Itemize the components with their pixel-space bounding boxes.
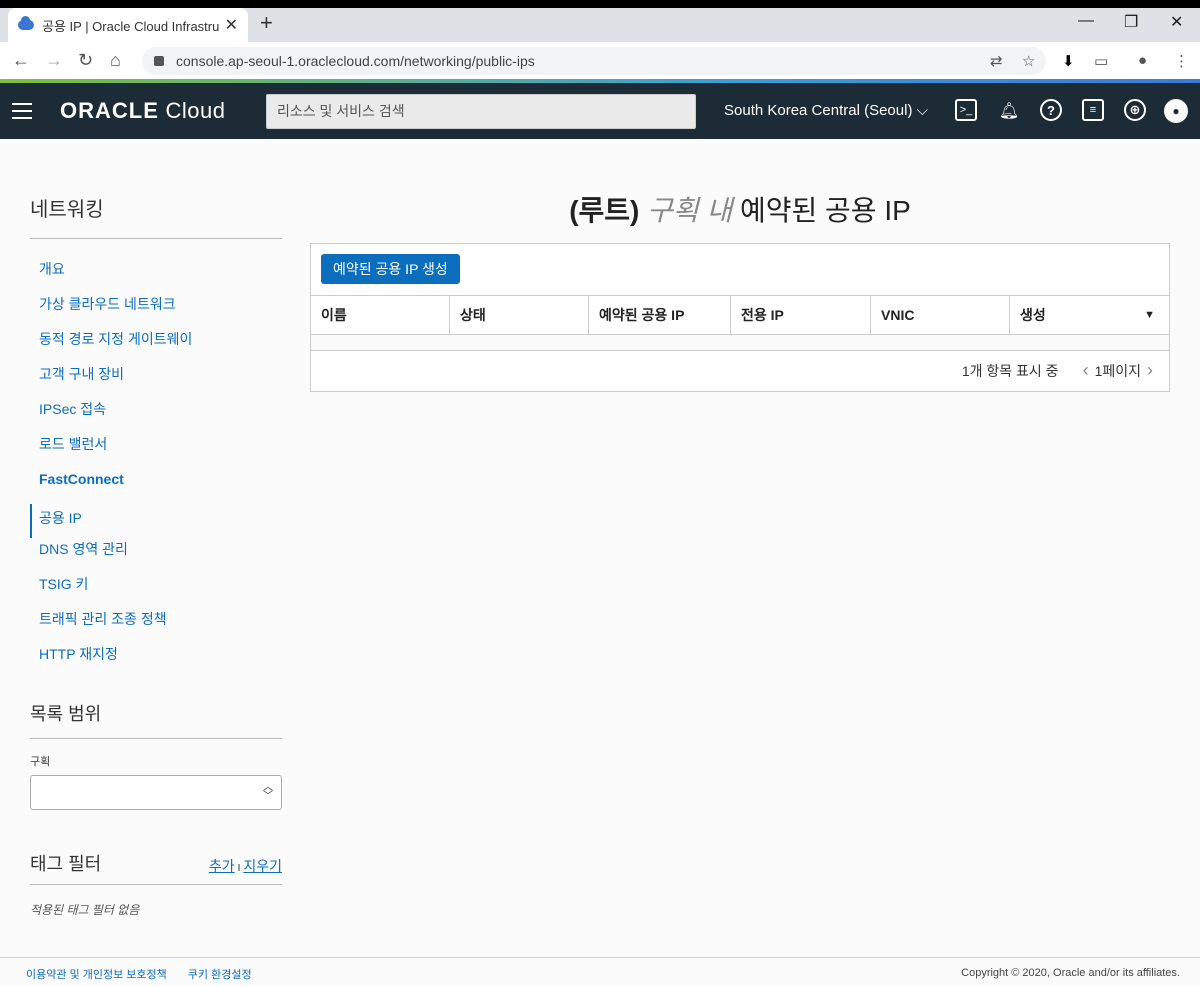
page-title-text: 예약된 공용 IP <box>739 195 911 226</box>
select-arrows-icon: ︿ ﹀ <box>263 782 273 802</box>
tag-add-link[interactable]: 추가 <box>209 858 235 874</box>
restore-icon[interactable]: ❐ <box>1124 12 1138 32</box>
sidebar-item-tsig[interactable]: TSIG 키 <box>30 574 282 609</box>
tag-filter-title: 태그 필터 <box>30 854 102 874</box>
sidebar-item-cpe[interactable]: 고객 구내 장비 <box>30 364 282 399</box>
table-header: 이름 상태 예약된 공용 IP 전용 IP VNIC 생성 ▼ <box>311 295 1169 335</box>
next-page-icon[interactable]: › <box>1147 360 1153 381</box>
extension-icon[interactable]: ⬇ <box>1062 52 1075 70</box>
sidebar-title: 네트워킹 <box>30 193 282 239</box>
new-tab-icon[interactable]: + <box>260 12 273 34</box>
sidebar-item-http-redirect[interactable]: HTTP 재지정 <box>30 644 282 679</box>
hamburger-menu-icon[interactable] <box>12 103 32 119</box>
close-window-icon[interactable]: ✕ <box>1170 12 1183 32</box>
column-header-name[interactable]: 이름 <box>311 296 450 334</box>
language-globe-icon[interactable]: ⊕ <box>1124 99 1146 121</box>
pagination: 1개 항목 표시 중 ‹ 1페이지 › <box>962 360 1159 381</box>
tab-title: 공용 IP | Oracle Cloud Infrastruc <box>42 18 219 34</box>
bookmark-star-icon[interactable]: ☆ <box>1022 52 1035 70</box>
sidebar-item-vcn[interactable]: 가상 클라우드 네트워크 <box>30 294 282 329</box>
column-header-created[interactable]: 생성 ▼ <box>1010 296 1169 334</box>
sidebar-item-traffic-management[interactable]: 트래픽 관리 조종 정책 <box>30 609 282 644</box>
tag-filter-empty-text: 적용된 태그 필터 없음 <box>30 903 140 917</box>
cast-icon[interactable]: ▭ <box>1094 52 1108 70</box>
items-shown-count: 1개 항목 표시 중 <box>961 362 1059 379</box>
current-page: 1페이지 <box>1094 362 1141 379</box>
menu-dots-icon[interactable]: ⋮ <box>1174 52 1189 70</box>
tag-link-separator: I <box>237 863 241 874</box>
page-title-root: (루트) <box>569 195 640 226</box>
browser-tab[interactable]: 공용 IP | Oracle Cloud Infrastruc ✕ <box>8 8 248 42</box>
tag-clear-link[interactable]: 지우기 <box>243 858 282 874</box>
compartment-label: 구획 <box>30 756 51 768</box>
page-title-compartment: 구획 내 <box>639 195 740 226</box>
user-avatar-icon[interactable]: ● <box>1164 99 1188 123</box>
list-scope: 목록 범위 구획 ︿ ﹀ <box>30 700 282 810</box>
reload-icon[interactable]: ↻ <box>78 50 93 70</box>
footer: 이용약관 및 개인정보 보호정책 쿠키 환경설정 Copyright © 202… <box>0 957 1200 986</box>
translate-icon[interactable]: ⇄ <box>990 52 1003 70</box>
window-frame <box>0 0 1200 8</box>
copyright-text: Copyright © 2020, Oracle and/or its affi… <box>961 967 1180 979</box>
sidebar-item-dns[interactable]: DNS 영역 관리 <box>30 539 282 574</box>
sidebar: 네트워킹 개요 가상 클라우드 네트워크 동적 경로 지정 게이트웨이 고객 구… <box>30 193 282 679</box>
console-header: ORACLE Cloud 리소스 및 서비스 검색 South Korea Ce… <box>0 83 1200 139</box>
back-icon[interactable]: ← <box>12 50 30 70</box>
address-bar: ← → ↻ ⌂ console.ap-seoul-1.oraclecloud.c… <box>0 42 1200 80</box>
create-reserved-public-ip-button[interactable]: 예약된 공용 IP 생성 <box>321 254 460 284</box>
cloud-shell-icon[interactable]: >_ <box>955 99 977 121</box>
sidebar-item-public-ip[interactable]: 공용 IP <box>30 504 282 538</box>
previous-page-icon[interactable]: ‹ <box>1083 360 1089 381</box>
sidebar-item-drg[interactable]: 동적 경로 지정 게이트웨이 <box>30 329 282 364</box>
url-text: console.ap-seoul-1.oraclecloud.com/netwo… <box>176 53 535 69</box>
oracle-cloud-favicon-icon <box>18 16 34 30</box>
oracle-cloud-logo[interactable]: ORACLE Cloud <box>60 98 225 124</box>
region-selector[interactable]: South Korea Central (Seoul) ⌵ <box>724 102 928 119</box>
list-scope-title: 목록 범위 <box>30 700 282 739</box>
terms-privacy-link[interactable]: 이용약관 및 개인정보 보호정책 <box>26 969 167 981</box>
public-ip-table-panel: 예약된 공용 IP 생성 이름 상태 예약된 공용 IP 전용 IP VNIC … <box>310 243 1170 392</box>
sidebar-nav: 개요 가상 클라우드 네트워크 동적 경로 지정 게이트웨이 고객 구내 장비 … <box>30 259 282 679</box>
sidebar-item-fastconnect[interactable]: FastConnect <box>30 469 282 504</box>
tag-filters: 태그 필터 추가 I 지우기 적용된 태그 필터 없음 <box>30 850 282 918</box>
sidebar-item-load-balancer[interactable]: 로드 밸런서 <box>30 434 282 469</box>
home-icon[interactable]: ⌂ <box>110 50 121 70</box>
lock-icon <box>154 56 164 66</box>
column-header-vnic[interactable]: VNIC <box>871 296 1010 334</box>
column-header-state[interactable]: 상태 <box>450 296 589 334</box>
minimize-icon[interactable]: — <box>1078 12 1094 30</box>
table-empty-row <box>311 335 1169 351</box>
cookie-preferences-link[interactable]: 쿠키 환경설정 <box>188 969 252 981</box>
bell-icon[interactable]: 🔔︎ <box>997 99 1021 123</box>
tab-close-icon[interactable]: ✕ <box>225 15 238 35</box>
page-title: (루트) 구획 내 예약된 공용 IP <box>310 189 1170 229</box>
forward-icon[interactable]: → <box>45 50 63 70</box>
sidebar-item-ipsec[interactable]: IPSec 접속 <box>30 399 282 434</box>
url-input[interactable]: console.ap-seoul-1.oraclecloud.com/netwo… <box>142 47 1046 75</box>
help-icon[interactable]: ? <box>1040 99 1062 121</box>
column-header-private-ip[interactable]: 전용 IP <box>731 296 871 334</box>
profile-icon[interactable]: ● <box>1138 52 1147 69</box>
feedback-icon[interactable]: ≡ <box>1082 99 1104 121</box>
sort-descending-icon[interactable]: ▼ <box>1144 296 1155 334</box>
sidebar-item-overview[interactable]: 개요 <box>30 259 282 294</box>
column-header-reserved-ip[interactable]: 예약된 공용 IP <box>589 296 731 334</box>
search-input[interactable]: 리소스 및 서비스 검색 <box>266 94 696 129</box>
compartment-select[interactable]: ︿ ﹀ <box>30 775 282 810</box>
